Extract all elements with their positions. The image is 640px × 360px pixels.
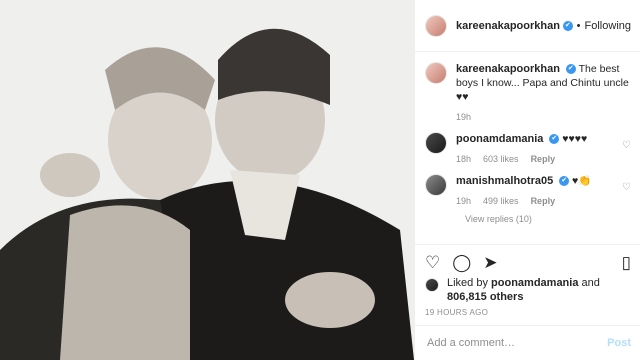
photo-illustration bbox=[0, 0, 414, 360]
likes-count[interactable]: 806,815 others bbox=[447, 291, 523, 303]
verified-icon: ✔ bbox=[549, 134, 560, 145]
comment-username[interactable]: kareenakapoorkhan bbox=[456, 63, 560, 75]
comment-time: 19h bbox=[456, 196, 472, 206]
caption: kareenakapoorkhan ✔ The best boys I know… bbox=[425, 62, 631, 124]
comments-list[interactable]: kareenakapoorkhan ✔ The best boys I know… bbox=[415, 52, 640, 242]
reply-button[interactable]: Reply bbox=[531, 152, 556, 166]
post-photo[interactable] bbox=[0, 0, 414, 360]
comment-likes[interactable]: 499 likes bbox=[483, 194, 519, 208]
verified-icon: ✔ bbox=[559, 176, 570, 187]
comment-username[interactable]: manishmalhotra05 bbox=[456, 175, 553, 187]
comment-likes[interactable]: 603 likes bbox=[483, 152, 519, 166]
comment-time: 19h bbox=[456, 112, 472, 122]
avatar[interactable] bbox=[425, 14, 447, 37]
comment-item: manishmalhotra05 ✔ ♥👏 19h 499 likes Repl… bbox=[425, 174, 631, 208]
action-bar: ♡ ◯ ➤ ▯ bbox=[415, 244, 640, 280]
header-username[interactable]: kareenakapoorkhan bbox=[456, 20, 560, 32]
verified-icon: ✔ bbox=[565, 64, 576, 75]
separator-dot: • bbox=[576, 19, 581, 32]
post-timestamp: 19 HOURS AGO bbox=[425, 308, 489, 317]
comment-text: ♥👏 bbox=[572, 175, 592, 187]
comment-time: 18h bbox=[456, 154, 472, 164]
likes-summary: Liked by poonamdamania and 806,815 other… bbox=[425, 276, 635, 304]
heart-icon[interactable]: ♡ bbox=[622, 140, 631, 151]
comment-item: poonamdamania ✔ ♥♥♥♥ 18h 603 likes Reply… bbox=[425, 132, 631, 166]
liked-by-and: and bbox=[581, 277, 600, 289]
comment-text: ♥♥♥♥ bbox=[562, 133, 588, 145]
avatar[interactable] bbox=[425, 132, 447, 154]
comment-username[interactable]: poonamdamania bbox=[456, 133, 543, 145]
post-sidebar: kareenakapoorkhan ✔ • Following kareenak… bbox=[414, 0, 640, 360]
liked-by-user[interactable]: poonamdamania bbox=[491, 277, 578, 289]
share-icon[interactable]: ➤ bbox=[483, 254, 497, 271]
avatar[interactable] bbox=[425, 174, 447, 196]
heart-icon[interactable]: ♡ bbox=[622, 182, 631, 193]
add-comment-bar: Post bbox=[415, 325, 640, 360]
view-replies-link[interactable]: View replies (10) bbox=[465, 214, 631, 224]
bookmark-icon[interactable]: ▯ bbox=[622, 254, 631, 271]
comment-input[interactable] bbox=[425, 336, 608, 350]
post-button[interactable]: Post bbox=[607, 337, 631, 349]
reply-button[interactable]: Reply bbox=[531, 194, 556, 208]
comment-icon[interactable]: ◯ bbox=[452, 254, 471, 271]
following-button[interactable]: Following bbox=[585, 20, 631, 32]
post-header: kareenakapoorkhan ✔ • Following bbox=[415, 0, 640, 52]
like-heart-icon[interactable]: ♡ bbox=[425, 254, 440, 271]
avatar[interactable] bbox=[425, 278, 439, 292]
liked-by-prefix: Liked by bbox=[447, 277, 488, 289]
avatar[interactable] bbox=[425, 62, 447, 84]
verified-icon: ✔ bbox=[562, 20, 573, 31]
